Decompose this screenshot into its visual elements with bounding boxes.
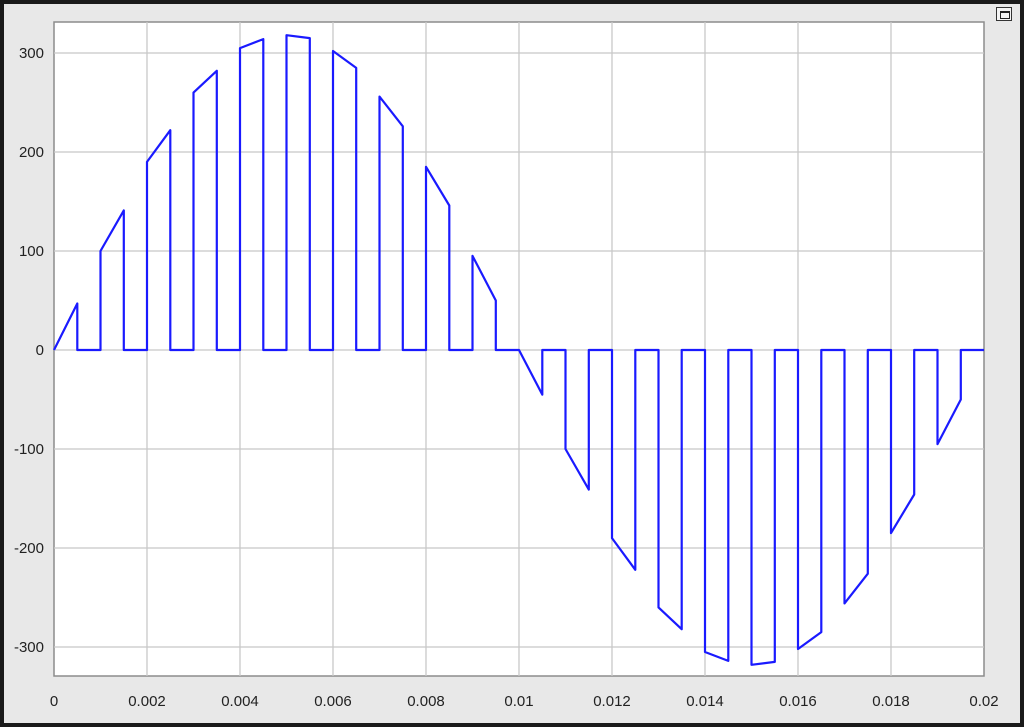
- y-tick-label: 100: [19, 243, 44, 260]
- y-tick-label: -300: [14, 639, 44, 656]
- x-tick-label: 0.018: [872, 693, 910, 710]
- y-tick-label: 300: [19, 45, 44, 62]
- waveform-chart: 0 0.002 0.004 0.006 0.008 0.01 0.012 0.014 0.016…: [14, 21, 999, 710]
- x-tick-label: 0.008: [407, 693, 445, 710]
- x-tick-label: 0.006: [314, 693, 352, 710]
- x-tick-label: 0.02: [969, 693, 998, 710]
- x-tick-label: 0: [50, 693, 58, 710]
- y-tick-label: 0: [36, 342, 44, 359]
- y-tick-label: -200: [14, 540, 44, 557]
- x-tick-label: 0.004: [221, 693, 259, 710]
- x-tick-label: 0.012: [593, 693, 631, 710]
- x-axis: 0 0.002 0.004 0.006 0.008 0.01 0.012 0.014 0.016…: [50, 693, 999, 710]
- x-tick-label: 0.002: [128, 693, 166, 710]
- y-tick-label: 200: [19, 144, 44, 161]
- x-tick-label: 0.016: [779, 693, 817, 710]
- y-tick-label: -100: [14, 441, 44, 458]
- x-tick-label: 0.014: [686, 693, 724, 710]
- y-axis: 300 200 100 0 -100 -200 -300: [14, 45, 44, 656]
- x-tick-label: 0.01: [504, 693, 533, 710]
